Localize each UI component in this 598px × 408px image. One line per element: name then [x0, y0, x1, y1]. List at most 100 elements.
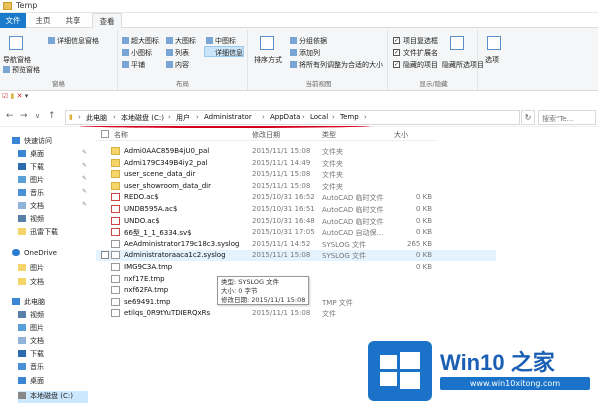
sidebar-item-pc-videos[interactable]: 视频 — [18, 310, 44, 322]
layout-details-selected[interactable]: 详细信息 — [204, 46, 244, 57]
file-type: AutoCAD 临时文件 — [322, 194, 384, 203]
file-type: 文件夹 — [322, 171, 343, 180]
file-name: Admi179C349B4iy2_pal — [124, 158, 208, 167]
sidebar-item-downloads[interactable]: 下载 ✎ — [18, 162, 87, 174]
chevron-down-icon[interactable]: ▾ — [25, 92, 29, 100]
layout-large[interactable]: 大图标 — [175, 36, 196, 46]
folder-icon — [18, 278, 26, 285]
breadcrumb-users[interactable]: 用户 — [176, 113, 190, 123]
folder-icon — [18, 264, 26, 271]
address-bar[interactable]: ▮ › 此电脑 › 本地磁盘 (C:) › 用户 › Administrator… — [65, 110, 520, 125]
layout-extra-large[interactable]: 超大图标 — [131, 36, 159, 46]
pin-icon: ✎ — [82, 162, 88, 169]
sidebar-item-desktop[interactable]: 桌面 ✎ — [18, 149, 87, 161]
sidebar-item-pc-desktop[interactable]: 桌面 — [18, 376, 44, 388]
tiles-icon — [122, 61, 129, 68]
sidebar-item-music[interactable]: 音乐 ✎ — [18, 188, 87, 200]
sidebar-item-onedrive[interactable]: OneDrive — [12, 249, 57, 261]
nav-pane-button[interactable]: 导航窗格 — [3, 55, 31, 65]
breadcrumb-local-disk[interactable]: 本地磁盘 (C:) — [121, 113, 164, 123]
sidebar-item-onedrive-pictures[interactable]: 图片 — [18, 263, 44, 275]
sidebar-item-pc-music[interactable]: 音乐 — [18, 362, 44, 374]
options-button[interactable]: 选项 — [485, 55, 499, 65]
file-name: etilqs_0R9tYuTDIERQxRs — [124, 309, 211, 318]
sidebar-item-videos[interactable]: 视频 — [18, 214, 44, 226]
breadcrumb-administrator[interactable]: Administrator — [204, 113, 252, 121]
breadcrumb-temp[interactable]: Temp — [340, 113, 359, 121]
tab-home[interactable]: 主页 — [30, 13, 56, 28]
forward-arrow-icon[interactable]: → — [20, 111, 28, 121]
search-input[interactable]: 搜索"Te... — [538, 110, 596, 125]
file-extensions-checkbox[interactable]: ✓ — [393, 49, 400, 56]
layout-content[interactable]: 内容 — [175, 60, 189, 70]
sidebar-item-pc-pictures[interactable]: 图片 — [18, 323, 44, 335]
sidebar-item-this-pc[interactable]: 此电脑 — [12, 297, 45, 309]
item-checkboxes-checkbox[interactable]: ✓ — [393, 37, 400, 44]
tab-view[interactable]: 查看 — [92, 13, 122, 29]
details-pane-button[interactable]: 详细信息窗格 — [57, 36, 99, 46]
tab-file[interactable]: 文件 — [0, 13, 26, 28]
breadcrumb-appdata[interactable]: AppData — [270, 113, 300, 121]
sidebar-item-label: 音乐 — [30, 189, 44, 197]
properties-icon[interactable]: ☑ — [2, 92, 8, 100]
delete-icon[interactable]: ✕ — [17, 92, 23, 100]
file-name: REDO.ac$ — [124, 193, 159, 202]
column-header-type[interactable]: 类型 — [322, 130, 336, 140]
sidebar-item-documents[interactable]: 文档 ✎ — [18, 201, 87, 213]
hidden-items-checkbox[interactable]: ✓ — [393, 61, 400, 68]
file-row[interactable]: user_showroom_data_dir 2015/11/1 15:08 文件夹 — [96, 181, 496, 192]
recent-chevron-icon[interactable]: ∨ — [35, 112, 40, 120]
file-row[interactable]: Admi0AAC859B4jU0_pal 2015/11/1 15:08 文件夹 — [96, 146, 496, 157]
breadcrumb-this-pc[interactable]: 此电脑 — [86, 113, 107, 123]
small-icons-icon — [122, 49, 129, 56]
file-row[interactable]: IMG9C3A.tmp 0 KB — [96, 262, 496, 273]
sidebar-item-onedrive-documents[interactable]: 文档 — [18, 277, 44, 289]
file-row[interactable]: UNDB595A.ac$ 2015/10/31 16:51 AutoCAD 临时文件… — [96, 204, 496, 215]
new-folder-icon[interactable]: ▮ — [11, 92, 15, 100]
layout-list[interactable]: 列表 — [175, 48, 189, 58]
sidebar-item-thunder-downloads[interactable]: 迅雷下载 — [18, 227, 58, 239]
file-date: 2015/11/1 14:52 — [252, 239, 311, 248]
layout-small[interactable]: 小图标 — [131, 48, 152, 58]
sidebar-item-quick-access[interactable]: 快速访问 — [12, 136, 52, 148]
group-label: 显示/隐藏 — [419, 80, 448, 88]
hide-selected-button[interactable]: 隐藏所选项目 — [442, 60, 484, 70]
file-row[interactable]: AeAdministrator179c18c3.syslog 2015/11/1 … — [96, 239, 496, 250]
sidebar-item-pc-downloads[interactable]: 下载 — [18, 349, 44, 361]
file-name: 66型_1_1_6334.sv$ — [124, 229, 192, 238]
chevron-right-icon: › — [196, 113, 199, 121]
sidebar-item-pictures[interactable]: 图片 ✎ — [18, 175, 87, 187]
column-header-size[interactable]: 大小 — [394, 130, 408, 140]
file-row[interactable]: REDO.ac$ 2015/10/31 16:52 AutoCAD 临时文件 0 KB — [96, 192, 496, 203]
sort-button[interactable]: 排序方式 — [254, 55, 282, 65]
file-name: IMG9C3A.tmp — [124, 263, 173, 271]
group-by-button[interactable]: 分组依据 — [299, 36, 327, 46]
back-arrow-icon[interactable]: ← — [6, 111, 14, 121]
file-row[interactable]: 66型_1_1_6334.sv$ 2015/10/31 17:05 AutoCAD … — [96, 227, 496, 238]
file-icon — [111, 228, 120, 237]
layout-tiles[interactable]: 平铺 — [131, 60, 145, 70]
options-icon — [487, 36, 501, 50]
hide-selected-icon — [450, 36, 464, 50]
preview-pane-button[interactable]: 预览窗格 — [12, 65, 40, 75]
refresh-icon[interactable]: ↻ — [521, 110, 535, 125]
file-row[interactable]: Admi179C349B4iy2_pal 2015/11/1 14:49 文件夹 — [96, 158, 496, 169]
sidebar-item-pc-documents[interactable]: 文档 — [18, 336, 44, 348]
file-row[interactable]: user_scene_data_dir 2015/11/1 15:08 文件夹 — [96, 169, 496, 180]
file-row[interactable]: etilqs_0R9tYuTDIERQxRs 2015/11/1 15:08 文件 — [96, 308, 496, 319]
sidebar-item-local-disk[interactable]: 本地磁盘 (C:) — [18, 391, 88, 403]
select-all-checkbox[interactable] — [101, 130, 109, 138]
file-row[interactable]: UNDO.ac$ 2015/10/31 16:48 AutoCAD 临时文件 0 KB — [96, 216, 496, 227]
file-row[interactable]: Administratoraaca1c2.syslog 2015/11/1 15:… — [96, 250, 496, 262]
layout-medium[interactable]: 中图标 — [215, 36, 236, 46]
add-column-button[interactable]: 添加列 — [299, 48, 320, 58]
breadcrumb-local[interactable]: Local — [310, 113, 328, 121]
row-checkbox[interactable] — [101, 251, 109, 260]
up-arrow-icon[interactable]: ↑ — [48, 111, 56, 121]
desktop-icon — [18, 377, 26, 384]
tab-share[interactable]: 共享 — [60, 13, 86, 28]
file-name: UNDO.ac$ — [124, 216, 160, 225]
column-header-name[interactable]: 名称 — [114, 130, 128, 140]
column-header-date[interactable]: 修改日期 — [252, 130, 280, 140]
fit-columns-button[interactable]: 将所有列调整为合适的大小 — [299, 60, 383, 70]
